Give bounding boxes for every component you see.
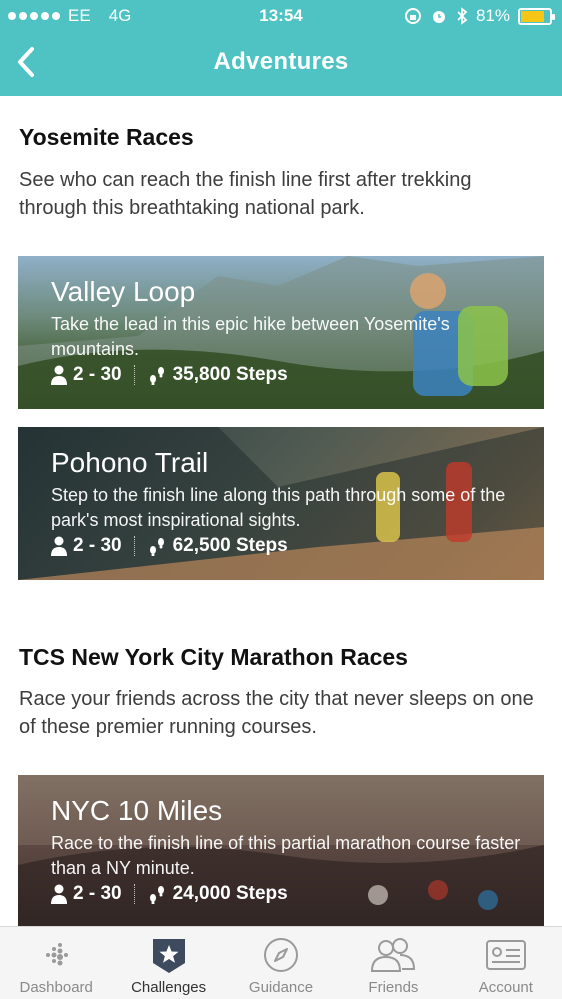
card-description: Take the lead in this epic hike between … (51, 314, 450, 359)
tab-label: Account (478, 979, 533, 996)
adventures-list[interactable]: Yosemite Races See who can reach the fin… (0, 96, 562, 926)
adventure-card-valley-loop[interactable]: Valley Loop Take the lead in this epic h… (18, 256, 544, 409)
compass-icon (264, 938, 299, 972)
card-meta: 2 - 30 35,800 Steps (51, 364, 288, 386)
tab-label: Challenges (131, 979, 207, 996)
tab-guidance[interactable]: Guidance (225, 927, 337, 999)
footsteps-icon (149, 367, 164, 385)
card-title: Valley Loop (51, 276, 196, 307)
card-meta: 2 - 30 24,000 Steps (51, 883, 288, 905)
friends-icon (371, 938, 416, 972)
tab-account[interactable]: Account (450, 927, 562, 999)
status-bar: EE 4G 13:54 81% (0, 0, 562, 32)
person-icon (51, 884, 67, 904)
section-description-yosemite: See who can reach the finish line first … (19, 169, 472, 219)
card-meta: 2 - 30 62,500 Steps (51, 535, 288, 557)
section-title-nyc-marathon: TCS New York City Marathon Races (19, 644, 408, 670)
top-bar: EE 4G 13:54 81% Adventures (0, 0, 562, 96)
dashboard-icon (46, 943, 69, 966)
tab-label: Friends (368, 979, 419, 996)
card-title: NYC 10 Miles (51, 795, 223, 826)
battery-icon (518, 7, 555, 25)
section-title-yosemite: Yosemite Races (19, 124, 194, 150)
alarm-icon (432, 11, 445, 23)
tab-dashboard[interactable]: Dashboard (0, 927, 112, 999)
tab-bar: Dashboard Challenges Guidance Friends Ac… (0, 926, 562, 999)
bluetooth-icon (457, 7, 468, 25)
star-icon (152, 939, 185, 973)
card-description: Step to the finish line along this path … (51, 485, 506, 530)
section-description-nyc-marathon: Race your friends across the city that n… (19, 688, 534, 738)
battery-percent: 81% (475, 6, 510, 25)
participants-count: 2 - 30 (73, 883, 122, 904)
tab-friends[interactable]: Friends (337, 927, 449, 999)
steps-count: 62,500 Steps (172, 535, 288, 556)
adventure-card-pohono-trail[interactable]: Pohono Trail Step to the finish line alo… (18, 427, 544, 580)
adventure-card-nyc-10-miles[interactable]: NYC 10 Miles Race to the finish line of … (18, 775, 544, 926)
person-icon (51, 536, 67, 556)
tab-challenges[interactable]: Challenges (112, 927, 224, 999)
account-card-icon (485, 940, 526, 970)
steps-count: 35,800 Steps (172, 364, 288, 385)
card-description: Race to the finish line of this partial … (51, 833, 521, 878)
participants-count: 2 - 30 (73, 535, 122, 556)
participants-count: 2 - 30 (73, 364, 122, 385)
footsteps-icon (149, 886, 164, 904)
page-title: Adventures (213, 48, 349, 75)
person-icon (51, 365, 67, 385)
tab-label: Dashboard (19, 979, 93, 996)
footsteps-icon (149, 538, 164, 556)
card-title: Pohono Trail (51, 447, 209, 478)
tab-label: Guidance (248, 979, 314, 996)
steps-count: 24,000 Steps (172, 883, 288, 904)
rotation-lock-icon (404, 8, 421, 24)
